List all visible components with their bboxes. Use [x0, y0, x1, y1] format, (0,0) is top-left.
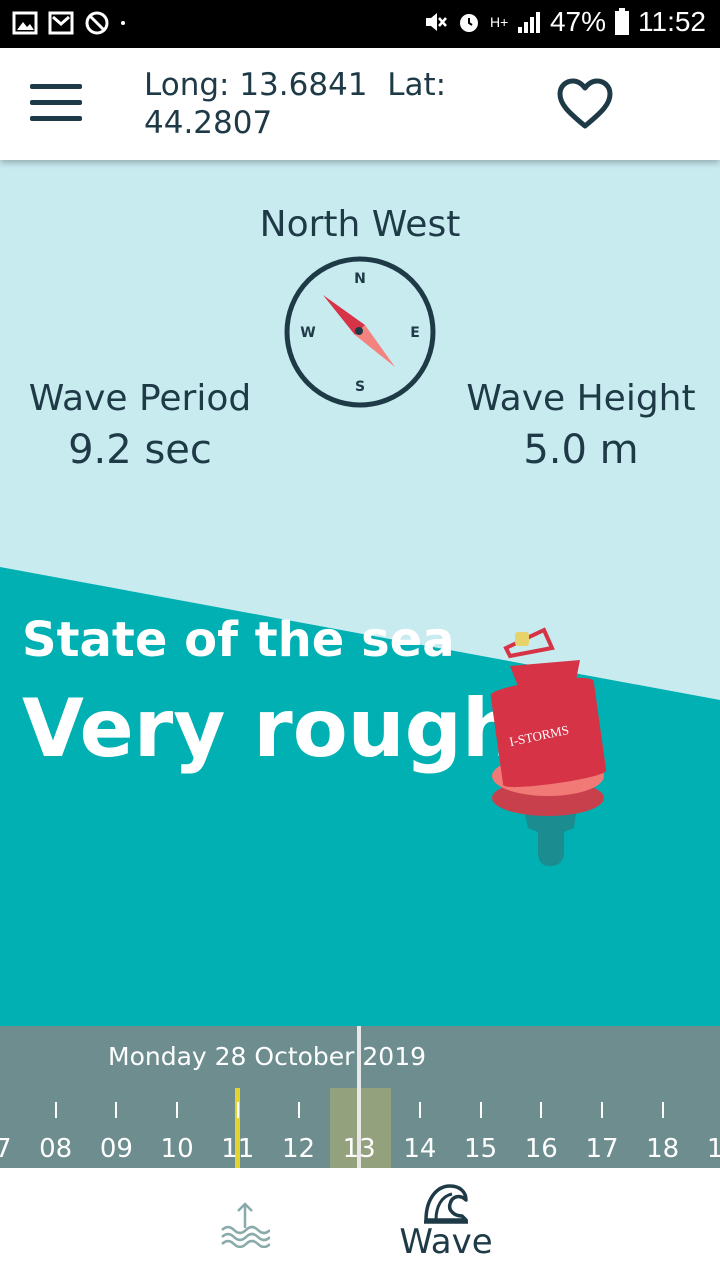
favorite-heart-icon[interactable] — [556, 78, 614, 130]
timeline-hour-label[interactable]: 16 — [511, 1134, 571, 1164]
alarm-icon — [459, 14, 478, 32]
tab-wave[interactable]: Wave — [396, 1168, 496, 1280]
timeline-scrubber[interactable]: Monday 28 October 2019 07080910111213141… — [0, 1026, 720, 1168]
wave-period-value: 9.2 sec — [68, 427, 212, 473]
timeline-hour-label[interactable]: 10 — [147, 1134, 207, 1164]
dot-icon — [121, 21, 125, 25]
buoy-illustration: I-STORMS — [490, 627, 607, 866]
wave-icon — [424, 1184, 468, 1224]
sea-state-value: Very rough — [22, 682, 519, 775]
coordinates-line-1: Long: 13.6841 Lat: — [144, 67, 447, 103]
timeline-hour-label[interactable]: 18 — [633, 1134, 693, 1164]
menu-icon-bar — [30, 84, 82, 89]
signal-icon — [517, 12, 540, 33]
timeline-cursor[interactable] — [357, 1026, 361, 1168]
timeline-tick — [540, 1102, 543, 1118]
timeline-hour-label[interactable]: 08 — [26, 1134, 86, 1164]
network-type: H+ — [489, 14, 509, 30]
wave-period-label: Wave Period — [28, 378, 252, 419]
do-not-disturb-icon — [85, 11, 109, 35]
wave-height: Wave Height 5.0 m — [441, 378, 720, 473]
timeline-tick — [115, 1102, 118, 1118]
app-header: Long: 13.6841 Lat: 44.2807 — [0, 48, 720, 160]
menu-button[interactable] — [30, 84, 82, 124]
sea-state-title: State of the sea — [22, 612, 455, 668]
menu-icon-bar — [30, 100, 82, 105]
menu-icon-bar — [30, 116, 82, 121]
timeline-hour-label[interactable]: 07 — [0, 1134, 25, 1164]
timeline-hour-label[interactable]: 14 — [390, 1134, 450, 1164]
status-bar: H+ 47% 11:52 — [0, 0, 720, 48]
compass-south-label: S — [355, 379, 365, 395]
compass-east-label: E — [410, 325, 420, 341]
compass-icon: N E S W — [284, 256, 436, 408]
wave-height-value: 5.0 m — [523, 427, 639, 473]
tab-wave-label: Wave — [399, 1222, 493, 1262]
battery-percent: 47% — [549, 6, 606, 37]
timeline-hour-label[interactable]: 15 — [451, 1134, 511, 1164]
timeline-tick — [176, 1102, 179, 1118]
timeline-hour-label[interactable]: 17 — [572, 1134, 632, 1164]
gmail-icon — [48, 11, 74, 35]
timeline-tick — [479, 1102, 482, 1118]
coordinates: Long: 13.6841 Lat: 44.2807 — [144, 66, 464, 142]
timeline-tick — [54, 1102, 57, 1118]
compass-west-label: W — [300, 325, 315, 341]
wave-period: Wave Period 9.2 sec — [0, 378, 280, 473]
timeline-hour-label[interactable]: 19 — [693, 1134, 720, 1164]
clock: 11:52 — [638, 6, 706, 37]
compass-north-label: N — [354, 271, 366, 287]
coordinates-line-2: 44.2807 — [144, 105, 273, 141]
timeline-tick — [601, 1102, 603, 1118]
wave-direction-label: North West — [259, 204, 461, 245]
sea-level-icon — [221, 1202, 270, 1248]
notification-icons — [12, 10, 126, 36]
timeline-tick — [418, 1102, 421, 1118]
mute-icon — [425, 13, 447, 31]
timeline-tick — [297, 1102, 300, 1118]
bottom-navigation: Wave — [0, 1168, 720, 1280]
timeline-hour-label[interactable]: 09 — [86, 1134, 146, 1164]
timeline-tick — [236, 1102, 239, 1118]
wave-height-label: Wave Height — [466, 378, 696, 419]
system-icons: H+ 47% 11:52 — [422, 6, 706, 38]
timeline-hour-label[interactable]: 12 — [269, 1134, 329, 1164]
battery-icon — [615, 8, 629, 35]
timeline-tick — [661, 1102, 664, 1118]
tab-tide[interactable] — [200, 1168, 290, 1280]
gallery-icon — [12, 11, 38, 35]
timeline-hour-label[interactable]: 11 — [208, 1134, 268, 1164]
timeline-date: Monday 28 October 2019 — [108, 1042, 427, 1071]
